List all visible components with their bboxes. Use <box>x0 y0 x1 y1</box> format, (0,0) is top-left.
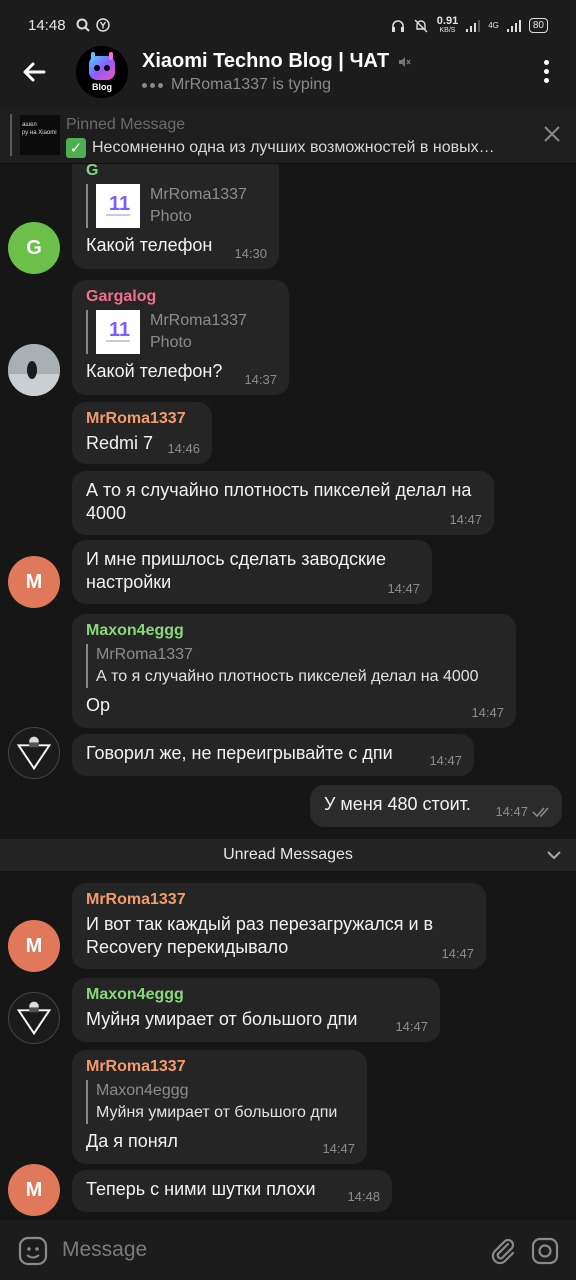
check-mark-icon: ✓ <box>66 138 86 158</box>
more-menu-icon[interactable] <box>536 60 556 88</box>
message-bubble[interactable]: Maxon4eggg Муйня умирает от большого дпи… <box>72 978 440 1042</box>
message-text: Да я понял <box>86 1131 178 1151</box>
message-bubble[interactable]: MrRoma1337 Maxon4eggg Муйня умирает от б… <box>72 1050 367 1164</box>
sender-name[interactable]: Gargalog <box>86 288 275 306</box>
message-time: 14:47 <box>495 804 552 819</box>
message-bubble[interactable]: G 11 MrRoma1337 Photo Какой телефон 14:3… <box>72 164 279 269</box>
message-time: 14:47 <box>322 1141 355 1156</box>
avatar[interactable]: G <box>8 222 60 274</box>
chevron-down-icon[interactable] <box>546 848 562 862</box>
avatar-triangle[interactable] <box>8 727 60 779</box>
photo-thumbnail: 11 <box>96 310 140 354</box>
pinned-text: ✓ Несомненно одна из лучших возможностей… <box>66 138 536 158</box>
message-time: 14:46 <box>167 441 200 456</box>
message-time: 14:47 <box>441 946 474 961</box>
message-bubble[interactable]: Gargalog 11 MrRoma1337 Photo Какой телеф… <box>72 280 289 395</box>
message-list[interactable]: G 11 MrRoma1337 Photo Какой телефон 14:3… <box>0 164 576 1220</box>
signal-icon-2 <box>506 19 521 32</box>
message-text: А то я случайно плотность пикселей делал… <box>86 480 472 523</box>
message-bubble[interactable]: Теперь с ними шутки плохи 14:48 <box>72 1170 392 1212</box>
network-type: 4G <box>488 21 499 30</box>
pinned-thumbnail: ашел ру на Xiaomi <box>20 115 60 155</box>
read-checkmarks-icon <box>532 807 549 817</box>
back-arrow-icon[interactable] <box>18 56 50 88</box>
message-time: 14:47 <box>429 753 462 768</box>
chat-avatar[interactable]: Blog <box>76 46 128 98</box>
signal-icon <box>466 19 481 32</box>
sender-name[interactable]: G <box>86 164 265 180</box>
message-bubble[interactable]: Говорил же, не переигрывайте с дпи 14:47 <box>72 734 474 776</box>
avatar[interactable]: M <box>8 1164 60 1216</box>
emoji-icon[interactable] <box>18 1236 48 1266</box>
svg-text:11: 11 <box>109 193 130 215</box>
photo-thumbnail: 11 <box>96 184 140 228</box>
search-icon <box>76 18 90 32</box>
pinned-indicator <box>10 114 12 156</box>
reply-preview[interactable]: Maxon4eggg Муйня умирает от большого дпи <box>86 1080 353 1124</box>
message-time: 14:30 <box>234 246 267 261</box>
mute-icon <box>399 56 411 67</box>
message-time: 14:47 <box>395 1019 428 1034</box>
avatar-label: Blog <box>92 82 112 92</box>
reply-preview[interactable]: 11 MrRoma1337 Photo <box>86 184 265 228</box>
mute-bell-icon <box>414 19 428 32</box>
close-icon[interactable] <box>542 124 562 144</box>
message-input-bar <box>0 1220 576 1280</box>
pinned-message[interactable]: ашел ру на Xiaomi Pinned Message ✓ Несом… <box>0 106 576 164</box>
camera-icon[interactable] <box>530 1236 560 1266</box>
sender-name[interactable]: MrRoma1337 <box>86 410 198 428</box>
typing-dots-icon <box>142 82 163 88</box>
reply-preview[interactable]: 11 MrRoma1337 Photo <box>86 310 275 354</box>
typing-status: MrRoma1337 is typing <box>142 76 331 94</box>
message-text: И вот так каждый раз перезагружался и в … <box>86 914 434 957</box>
attach-icon[interactable] <box>488 1236 518 1266</box>
reply-preview[interactable]: MrRoma1337 А то я случайно плотность пик… <box>86 644 502 688</box>
message-time: 14:47 <box>471 705 504 720</box>
person-photo-icon <box>8 344 60 396</box>
unread-divider: Unread Messages <box>0 839 576 871</box>
message-time: 14:47 <box>449 512 482 527</box>
notification-icon <box>96 18 110 32</box>
message-time: 14:47 <box>387 581 420 596</box>
sender-name[interactable]: MrRoma1337 <box>86 891 472 909</box>
message-time: 14:37 <box>244 372 277 387</box>
message-text: Говорил же, не переигрывайте с дпи <box>86 743 393 763</box>
avatar-photo[interactable] <box>8 344 60 396</box>
message-time: 14:48 <box>347 1189 380 1204</box>
net-speed: 0.91 KB/S <box>436 15 459 35</box>
message-text: Ор <box>86 695 111 715</box>
message-text: И мне пришлось сделать заводские настрой… <box>86 549 386 592</box>
triangle-logo-icon <box>16 736 52 771</box>
avatar[interactable]: M <box>8 920 60 972</box>
sender-name[interactable]: Maxon4eggg <box>86 986 426 1004</box>
chat-title[interactable]: Xiaomi Techno Blog | ЧАТ <box>142 50 411 73</box>
message-bubble-outgoing[interactable]: У меня 480 стоит. 14:47 <box>310 785 562 827</box>
chat-header: Blog Xiaomi Techno Blog | ЧАТ MrRoma1337… <box>0 38 576 106</box>
triangle-logo-icon <box>16 1001 52 1036</box>
message-text: Теперь с ними шутки плохи <box>86 1179 316 1199</box>
message-bubble[interactable]: И мне пришлось сделать заводские настрой… <box>72 540 432 604</box>
pinned-label: Pinned Message <box>66 116 186 133</box>
headphones-icon <box>391 19 404 32</box>
svg-text:11: 11 <box>109 319 130 341</box>
sender-name[interactable]: MrRoma1337 <box>86 1058 353 1076</box>
battery-indicator: 80 <box>528 18 548 33</box>
status-time: 14:48 <box>28 17 66 34</box>
message-bubble[interactable]: А то я случайно плотность пикселей делал… <box>72 471 494 535</box>
message-input[interactable] <box>62 1234 462 1266</box>
sender-name[interactable]: Maxon4eggg <box>86 622 502 640</box>
message-bubble[interactable]: Maxon4eggg MrRoma1337 А то я случайно пл… <box>72 614 516 728</box>
avatar-triangle[interactable] <box>8 992 60 1044</box>
avatar[interactable]: M <box>8 556 60 608</box>
message-bubble[interactable]: MrRoma1337 Redmi 7 14:46 <box>72 402 212 464</box>
message-bubble[interactable]: MrRoma1337 И вот так каждый раз перезагр… <box>72 883 486 969</box>
message-text: Муйня умирает от большого дпи <box>86 1009 358 1029</box>
